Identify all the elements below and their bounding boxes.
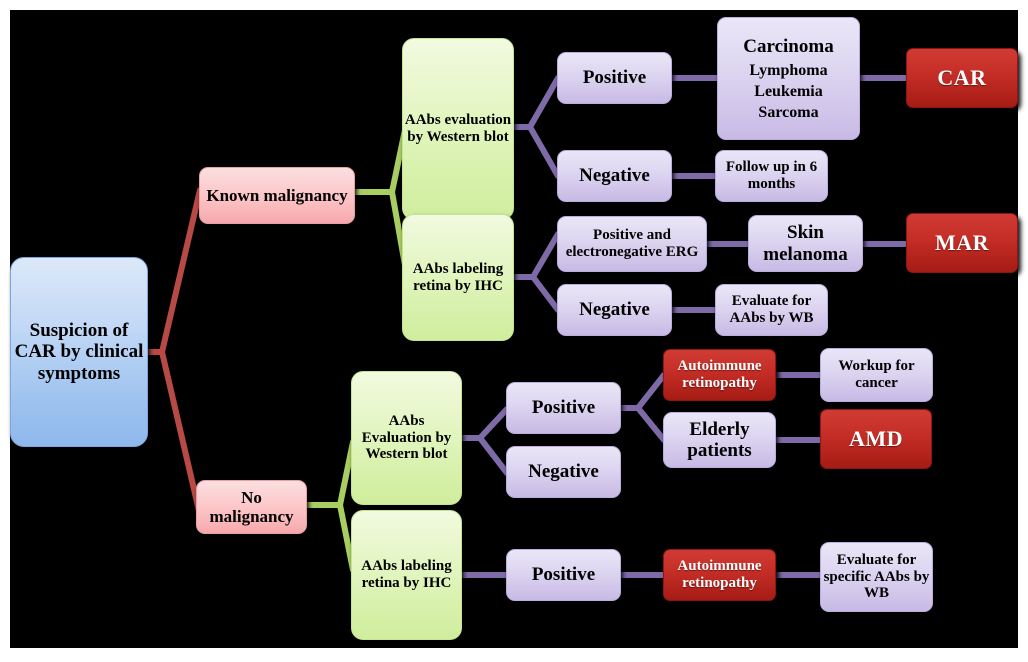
node-label: Positive [531,564,596,586]
node-evaluate-aabs-by-wb[interactable]: Evaluate for AAbs by WB [715,284,828,336]
connector-straight-links [459,75,910,578]
node-diagnosis-mar[interactable]: MAR [906,213,1018,273]
connector-ihc-top-fork [511,231,561,313]
connector-wb-bottom-fork [459,406,510,476]
node-aabs-ihc-top[interactable]: AAbs labeling retina by IHC [402,214,514,341]
node-label: Workup for cancer [838,358,915,391]
node-label: Autoimmune retinopathy [677,558,762,591]
node-label: Known malignancy [206,185,348,205]
node-label: CAR [937,64,987,90]
node-label: AAbs evaluation by Western blot [404,112,512,145]
node-label: No malignancy [209,487,294,526]
node-label: Positive [531,397,596,419]
node-aabs-western-blot-top[interactable]: AAbs evaluation by Western blot [402,38,514,220]
diagram-stage: Suspicion of CAR by clinical symptoms Kn… [10,10,1018,648]
carcinoma-item-lymphoma: Lymphoma [749,61,828,79]
node-diagnosis-car[interactable]: CAR [906,48,1018,108]
node-follow-up-6-months[interactable]: Follow up in 6 months [715,150,828,202]
node-diagnosis-amd[interactable]: AMD [820,409,932,469]
node-label: Elderly patients [687,418,752,461]
connector-positive2-fork [618,372,667,443]
node-label: Negative [579,299,650,321]
node-skin-melanoma[interactable]: Skin melanoma [748,215,863,272]
carcinoma-item-sarcoma: Sarcoma [758,103,819,121]
node-no-malignancy[interactable]: No malignancy [196,480,307,534]
node-label: MAR [934,229,990,255]
node-positive-wb-bottom[interactable]: Positive [506,382,621,434]
connector-root-fork [145,187,203,518]
node-carcinoma-group[interactable]: Carcinoma Lymphoma Leukemia Sarcoma [717,17,860,140]
node-label: AAbs Evaluation by Western blot [361,412,452,463]
connector-wb-top-fork [511,75,561,179]
node-label: AAbs labeling retina by IHC [412,260,504,294]
carcinoma-title: Carcinoma [743,35,834,57]
connector-known-fork [352,127,408,268]
node-autoimmune-retinopathy-lower[interactable]: Autoimmune retinopathy [663,549,776,601]
connector-no-malignancy-fork [304,439,356,573]
node-positive-electronegative-erg[interactable]: Positive and electronegative ERG [557,216,707,272]
carcinoma-item-leukemia: Leukemia [754,82,823,100]
node-positive-ihc-bottom[interactable]: Positive [506,549,621,601]
node-autoimmune-retinopathy-upper[interactable]: Autoimmune retinopathy [663,349,776,401]
node-aabs-ihc-bottom[interactable]: AAbs labeling retina by IHC [351,510,462,640]
node-label: Skin melanoma [763,222,848,265]
node-elderly-patients[interactable]: Elderly patients [663,412,776,468]
node-label: AMD [848,425,904,451]
node-label: Suspicion of CAR by clinical symptoms [14,320,144,384]
node-label: Evaluate for specific AAbs by WB [823,551,930,602]
node-label: Positive [582,67,647,89]
node-negative-wb-bottom[interactable]: Negative [506,446,621,498]
node-workup-for-cancer[interactable]: Workup for cancer [820,348,933,402]
node-label: AAbs labeling retina by IHC [361,558,452,591]
node-label: Follow up in 6 months [725,159,818,192]
node-label: Autoimmune retinopathy [677,358,762,391]
node-aabs-western-blot-bottom[interactable]: AAbs Evaluation by Western blot [351,371,462,505]
node-positive-wb-top[interactable]: Positive [557,52,672,104]
node-known-malignancy[interactable]: Known malignancy [199,167,355,224]
node-negative-wb-top[interactable]: Negative [557,150,672,202]
diagram-canvas: Suspicion of CAR by clinical symptoms Kn… [10,10,1018,648]
node-label: Negative [528,461,599,483]
node-negative-ihc-top[interactable]: Negative [557,284,672,336]
node-label: Evaluate for AAbs by WB [729,293,814,326]
node-evaluate-specific-aabs-by-wb[interactable]: Evaluate for specific AAbs by WB [820,542,933,612]
node-label: Positive and electronegative ERG [565,227,699,260]
node-label: Negative [579,165,650,187]
node-suspicion-of-car[interactable]: Suspicion of CAR by clinical symptoms [10,257,148,447]
